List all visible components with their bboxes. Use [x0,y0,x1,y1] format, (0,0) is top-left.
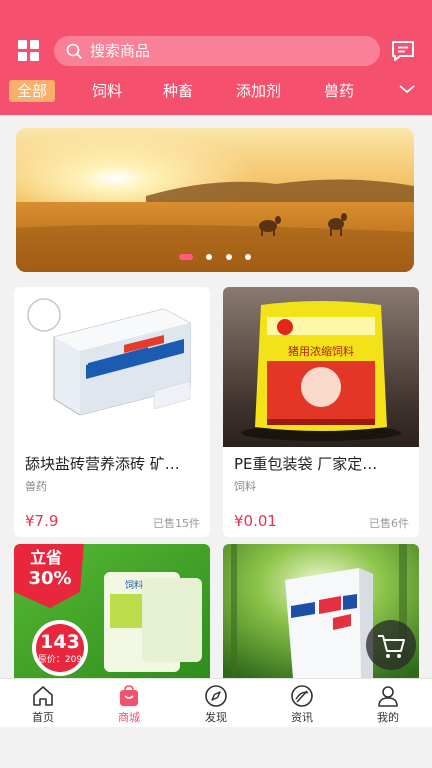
product-image: 立省 30% 饲料 143 原价：209 [14,544,210,678]
product-title: PE重包装袋 厂家定… [234,455,378,473]
bottom-safe-area [0,727,432,768]
tabbar-item-news[interactable]: 资讯 [272,679,332,727]
pagination-dot[interactable] [244,253,251,260]
compass-icon [205,685,227,707]
shop-bag-icon [120,685,138,706]
tabbar-item-discover[interactable]: 发现 [186,679,246,727]
package-label: 猪用浓缩饲料 [288,344,354,358]
cart-icon [378,635,405,658]
product-image: 猪用浓缩饲料 [223,287,419,447]
product-price: ¥0.01 [234,512,277,530]
chevron-down-icon[interactable] [398,82,416,96]
tabbar-label: 资讯 [291,711,313,724]
search-input[interactable] [90,36,360,66]
bottom-tab-bar: 首页 商城 发现 资讯 我的 [0,678,432,727]
discount-badge-top: 立省 [30,548,62,567]
promo-price: 143 [40,631,80,653]
banner-pagination [16,246,414,265]
product-sold-count: 已售15件 [153,517,200,530]
product-image [14,287,210,447]
search-bar[interactable] [54,36,380,66]
tab-additives[interactable]: 添加剂 [236,80,281,102]
discount-badge-percent: 30% [28,568,71,589]
product-card[interactable]: 猪用浓缩饲料 PE重包装袋 厂家定… 饲料 ¥0.01 已售6件 [223,287,419,537]
product-sold-count: 已售6件 [369,517,409,530]
news-icon [291,685,313,707]
search-icon [66,43,82,59]
category-grid-icon[interactable] [18,40,40,62]
product-category: 兽药 [25,480,47,493]
top-header: 全部 饲料 种畜 添加剂 兽药 [0,0,432,115]
pagination-dot[interactable] [225,253,232,260]
pagination-dot-active[interactable] [179,253,194,260]
tabbar-item-shop[interactable]: 商城 [99,679,159,727]
product-category: 饲料 [234,480,256,493]
promo-original-price: 原价：209 [38,654,82,665]
category-tabs: 全部 饲料 种畜 添加剂 兽药 [0,76,432,106]
tab-all[interactable]: 全部 [9,80,56,102]
product-card[interactable]: 立省 30% 饲料 143 原价：209 [14,544,210,678]
product-title: 舔块盐砖营养添砖 矿… [25,455,180,473]
pagination-dot[interactable] [206,253,213,260]
home-icon [33,686,53,706]
tabbar-item-profile[interactable]: 我的 [358,679,418,727]
floating-cart-button[interactable] [366,620,416,670]
product-price: ¥7.9 [25,512,59,530]
tab-feed[interactable]: 饲料 [92,80,122,102]
tabbar-item-home[interactable]: 首页 [13,679,73,727]
message-icon[interactable] [390,39,416,63]
tab-vet-drugs[interactable]: 兽药 [324,80,354,102]
promo-banner[interactable] [16,128,414,272]
tab-breeding-stock[interactable]: 种畜 [163,80,193,102]
tabbar-label: 我的 [377,711,399,724]
tabbar-label: 首页 [32,711,54,724]
user-icon [378,686,398,707]
tabbar-label: 发现 [205,711,227,724]
product-card[interactable]: 舔块盐砖营养添砖 矿… 兽药 ¥7.9 已售15件 [14,287,210,537]
package-brand: 饲料 [125,579,143,591]
tabbar-label: 商城 [118,711,140,724]
